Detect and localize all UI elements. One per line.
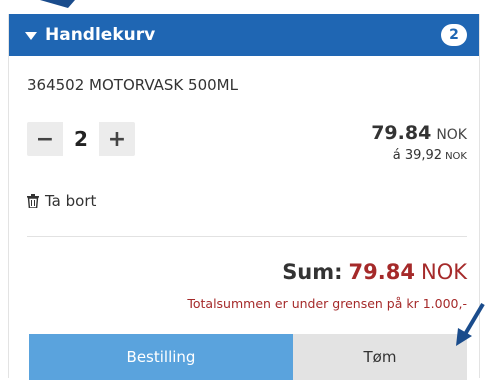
- item-total-price: 79.84 NOK: [371, 122, 467, 144]
- unit-price: á 39,92 NOK: [393, 148, 467, 163]
- order-button[interactable]: Bestilling: [29, 334, 293, 380]
- shopping-cart-panel: Handlekurv 2 364502 MOTORVASK 500ML − 2 …: [8, 14, 480, 380]
- sum-label: Sum:: [282, 260, 343, 284]
- remove-label: Ta bort: [45, 192, 97, 210]
- cart-title: Handlekurv: [45, 25, 156, 45]
- pointer-arrow-top: [40, 0, 75, 8]
- cart-actions: Bestilling Tøm: [29, 334, 467, 380]
- cart-sum: Sum: 79.84 NOK: [282, 260, 467, 284]
- empty-cart-button[interactable]: Tøm: [293, 334, 467, 380]
- trash-icon: [27, 194, 39, 208]
- pointer-arrow-right: [456, 302, 485, 346]
- product-name[interactable]: 364502 MOTORVASK 500ML: [27, 76, 238, 94]
- quantity-stepper: − 2 +: [27, 122, 135, 156]
- increase-quantity-button[interactable]: +: [99, 122, 135, 156]
- decrease-quantity-button[interactable]: −: [27, 122, 63, 156]
- quantity-value[interactable]: 2: [63, 122, 99, 156]
- sum-currency: NOK: [420, 260, 467, 284]
- unit-price-value: á 39,92: [392, 148, 443, 163]
- sum-amount: 79.84: [348, 260, 415, 284]
- divider: [27, 236, 467, 237]
- item-price-value: 79.84: [371, 122, 432, 144]
- item-price-currency: NOK: [436, 127, 467, 143]
- collapse-caret-icon[interactable]: [25, 32, 37, 40]
- cart-header[interactable]: Handlekurv 2: [9, 14, 479, 56]
- unit-price-currency: NOK: [445, 151, 467, 162]
- minimum-order-notice: Totalsummen er under grensen på kr 1.000…: [187, 296, 467, 311]
- cart-count-badge: 2: [441, 24, 467, 46]
- remove-item-button[interactable]: Ta bort: [27, 192, 96, 210]
